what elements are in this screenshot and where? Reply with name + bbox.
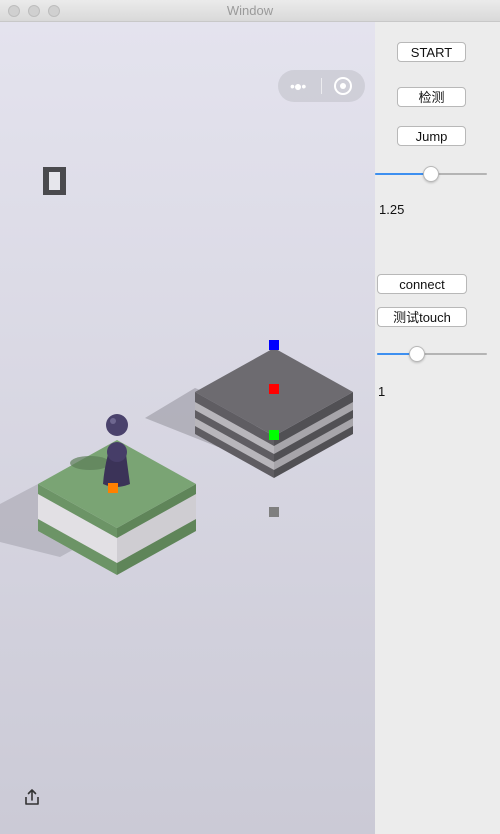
capsule-divider [321,78,322,94]
target-top-marker [269,340,279,350]
slider-thumb[interactable] [409,346,425,362]
score-digit-icon [43,167,66,195]
touch-factor-slider[interactable] [377,344,487,364]
player-marker [108,483,118,493]
window-title: Window [226,3,274,18]
target-icon[interactable] [334,77,352,95]
start-button[interactable]: START [397,42,466,62]
title-bar: Window [0,0,500,22]
bottom-marker [269,507,279,517]
touch-test-button[interactable]: 测试touch [377,307,467,327]
game-canvas[interactable]: •●• [0,22,375,834]
share-icon[interactable] [23,788,41,806]
slider-thumb[interactable] [423,166,439,182]
more-dots-icon[interactable]: •●• [290,78,306,94]
jump-factor-value: 1.25 [379,202,405,217]
gray-block [195,348,353,478]
touch-factor-value: 1 [378,384,386,399]
target-edge-marker [269,430,279,440]
target-center-marker [269,384,279,394]
detect-button[interactable]: 检测 [397,87,466,107]
connect-button[interactable]: connect [377,274,467,294]
miniprogram-capsule: •●• [278,70,365,102]
jump-factor-slider[interactable] [375,164,487,184]
game-scene [0,340,353,575]
jump-button[interactable]: Jump [397,126,466,146]
control-panel: START 检测 Jump 1.25 connect 测试touch 1 [375,22,500,834]
